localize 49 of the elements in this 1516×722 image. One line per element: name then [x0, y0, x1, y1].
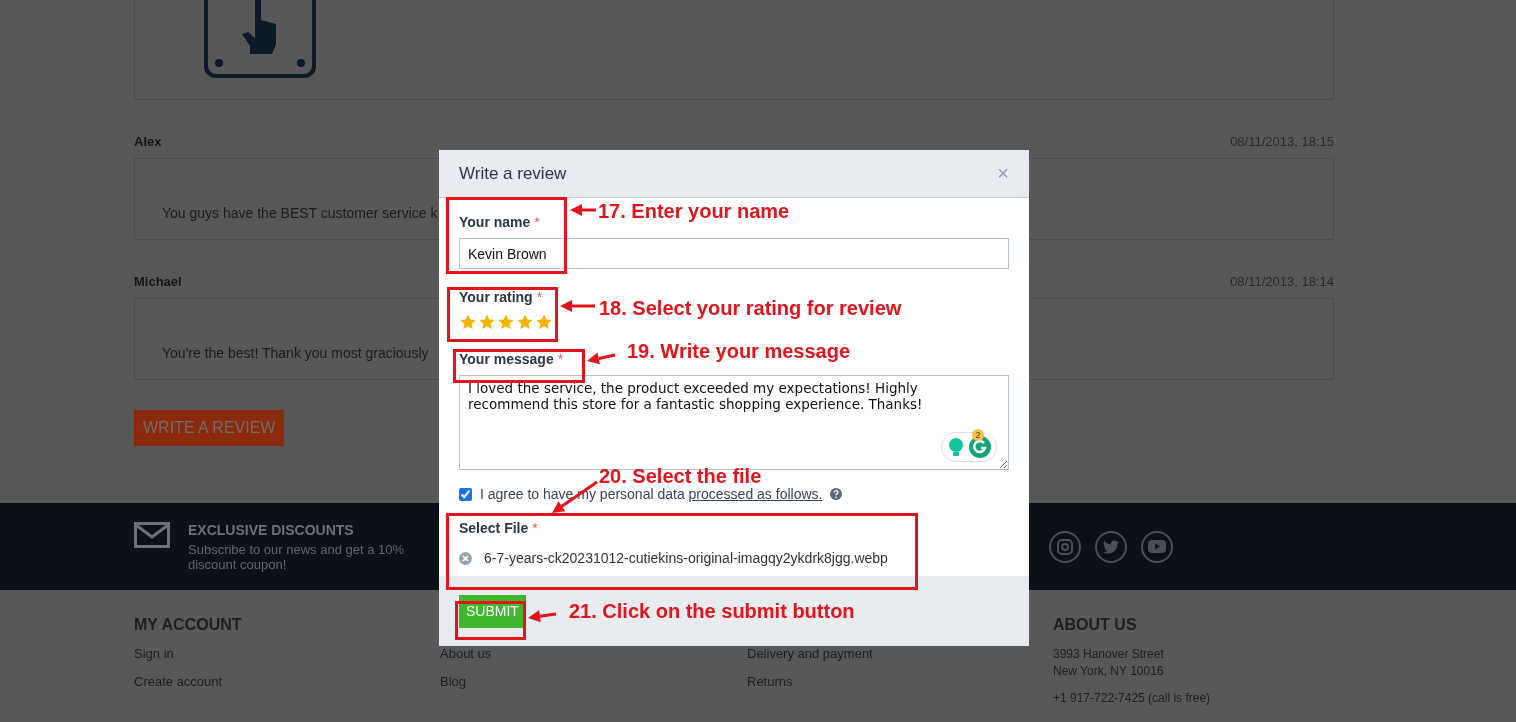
dialog-title: Write a review — [459, 163, 567, 184]
review-text: You're the best! Thank you most graciously — [162, 345, 429, 361]
close-button[interactable]: × — [997, 162, 1009, 185]
consent-link[interactable]: processed as follows. — [688, 486, 823, 502]
star-icon[interactable] — [478, 313, 496, 331]
annotation-text: 17. Enter your name — [598, 200, 790, 223]
required-mark: * — [557, 351, 564, 367]
required-mark: * — [534, 214, 540, 230]
star-icon[interactable] — [516, 313, 534, 331]
newsletter-text: Subscribe to our news and get a 10% discount coupon! — [188, 541, 406, 572]
file-name: 6-7-years-ck20231012-cutiekins-original-imagqy2ykdrk8jgg.webp — [484, 550, 888, 566]
annotation-text: 18. Select your rating for review — [599, 297, 902, 320]
grammar-widget[interactable]: 2 — [941, 432, 997, 462]
footer-heading: MY ACCOUNT — [134, 616, 243, 635]
field-label: Select File — [459, 520, 529, 536]
review-text: You guys have the BEST customer service k — [162, 205, 438, 221]
lightbulb-icon[interactable] — [947, 437, 965, 457]
play-icon[interactable] — [1141, 530, 1173, 563]
review-author: Alex — [134, 134, 162, 151]
bird-icon[interactable] — [1095, 530, 1127, 563]
hand-press-icon — [204, 0, 316, 80]
star-icon[interactable] — [535, 313, 553, 331]
star-icon[interactable] — [459, 313, 477, 331]
annotation-text: 19. Write your message — [627, 340, 851, 363]
write-review-button[interactable]: WRITE A REVIEW — [134, 410, 285, 446]
highlight-frame — [455, 601, 526, 640]
footer-heading: ABOUT US — [1053, 616, 1138, 635]
field-label: Your message — [459, 351, 554, 367]
required-mark: * — [532, 520, 538, 536]
consent-checkbox[interactable] — [459, 487, 472, 501]
submit-button[interactable]: SUBMIT — [459, 594, 526, 628]
review-author: Michael — [134, 274, 182, 291]
required-mark: * — [536, 289, 543, 305]
field-label: Your rating — [459, 289, 533, 305]
field-label: Your name — [459, 214, 531, 230]
instagram-icon[interactable] — [1049, 530, 1081, 563]
help-icon[interactable] — [830, 488, 843, 500]
annotation-text: 21. Click on the submit button — [569, 600, 855, 623]
footer-link[interactable]: Blog — [440, 674, 747, 702]
grammar-check-icon[interactable] — [969, 436, 991, 458]
footer-link[interactable]: Delivery and payment — [747, 646, 1053, 674]
footer-address-line: 3993 Hanover Street — [1053, 646, 1165, 663]
remove-icon[interactable] — [459, 551, 472, 565]
newsletter-title: EXCLUSIVE DISCOUNTS — [188, 521, 355, 538]
star-icon[interactable] — [497, 313, 515, 331]
name-field[interactable]: Kevin Brown — [459, 238, 1009, 269]
footer-link[interactable]: Create account — [134, 674, 440, 702]
envelope-icon — [134, 521, 170, 548]
footer-link[interactable]: Returns — [747, 674, 1053, 702]
